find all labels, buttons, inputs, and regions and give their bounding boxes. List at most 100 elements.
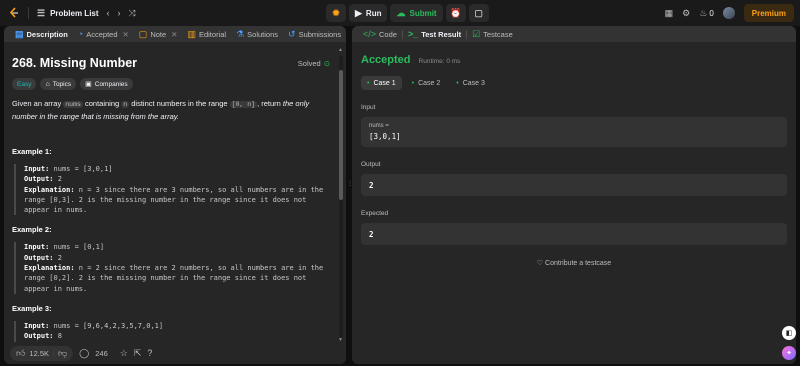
description-scrollbar[interactable] [339, 56, 343, 338]
tab-submissions[interactable]: ↺ Submissions [283, 26, 346, 42]
alarm-icon: ⏰ [449, 7, 462, 18]
inline-code: nums [63, 101, 83, 108]
tag-icon: ⌂ [45, 80, 50, 88]
param-name: nums = [369, 123, 389, 129]
scrollbar-thumb[interactable] [339, 70, 343, 200]
case-tab-1[interactable]: • Case 1 [361, 76, 402, 90]
tab-code[interactable]: </> Code [358, 26, 402, 42]
tab-label: Solutions [247, 29, 279, 39]
help-icon[interactable]: ? [147, 348, 152, 358]
topics-chip[interactable]: ⌂ Topics [40, 78, 77, 90]
close-tab-icon[interactable]: ✕ [123, 30, 129, 39]
case-label: Case 2 [418, 79, 441, 87]
example-output: 2 [53, 253, 62, 262]
note-icon: ▢ [474, 7, 483, 18]
heart-icon: ♡ [536, 260, 544, 267]
panel-resize-handle[interactable]: ⋮ [347, 180, 353, 196]
input-label: Input: [24, 243, 50, 252]
result-tabbar: </> Code >_ Test Result ☑ Testcase [352, 26, 796, 42]
desc-text: distinct numbers in the range [129, 99, 230, 108]
result-status: Accepted [361, 54, 411, 66]
streak-fire-icon[interactable]: ♨ [699, 8, 707, 19]
thumbs-up-icon[interactable]: 👍︎ [16, 348, 25, 359]
solved-label: Solved [297, 58, 321, 68]
building-icon: ▣ [85, 81, 92, 88]
tab-solutions[interactable]: ⚗ Solutions [231, 26, 283, 42]
tab-label: Editorial [198, 29, 227, 39]
run-button[interactable]: ▶ Run [349, 4, 388, 22]
output-label: Output: [24, 332, 54, 341]
next-problem-icon[interactable]: › [118, 8, 121, 18]
example-output: 2 [53, 175, 62, 184]
close-tab-icon[interactable]: ✕ [171, 30, 177, 39]
sparkle-icon: ✦ [786, 350, 792, 357]
test-result-content: Accepted Runtime: 0 ms • Case 1 • Case 2… [361, 42, 787, 267]
input-label: Input: [24, 321, 50, 330]
star-icon[interactable]: ☆ [120, 348, 128, 359]
companies-chip[interactable]: ▣ Companies [80, 78, 133, 90]
thumbs-down-icon[interactable]: 👎︎ [58, 348, 67, 359]
expected-box: 2 [361, 223, 787, 245]
layout-grid-icon[interactable]: ▦ [665, 8, 674, 19]
problem-statement: Given an array nums containing n distinc… [12, 98, 330, 123]
check-circle-icon: ⊙ [323, 58, 330, 68]
output-section-label: Output [361, 161, 381, 168]
comment-count[interactable]: 246 [95, 349, 108, 358]
example-input: nums = [3,0,1] [49, 165, 113, 173]
shuffle-icon[interactable]: ⤨ [129, 8, 136, 19]
example-box: Input: nums = [3,0,1] Output: 2 Explanat… [14, 164, 330, 216]
debug-button[interactable]: ✹ [326, 4, 346, 22]
user-avatar[interactable] [722, 7, 735, 19]
problem-description: 268. Missing Number Solved ⊙ Easy ⌂ Topi… [4, 42, 338, 342]
run-label: Run [365, 8, 382, 18]
problem-list-button[interactable]: ☰ Problem List [37, 8, 99, 19]
document-icon: ▤ [15, 28, 24, 39]
case-tab-2[interactable]: • Case 2 [406, 76, 447, 90]
settings-gear-icon[interactable]: ⚙ [682, 8, 690, 19]
tab-editorial[interactable]: ▥ Editorial [182, 26, 231, 42]
case-tab-3[interactable]: • Case 3 [450, 76, 491, 90]
tab-test-result[interactable]: >_ Test Result [403, 26, 466, 42]
note-icon: ▢ [138, 28, 148, 39]
tab-accepted[interactable]: ◔ Accepted ✕ [73, 26, 134, 42]
notes-button[interactable]: ▢ [468, 4, 489, 22]
code-brackets-icon: </> [363, 29, 377, 39]
checkbox-icon: ☑ [472, 28, 481, 39]
input-section-label: Input [361, 104, 376, 111]
cloud-upload-icon: ☁ [396, 7, 406, 18]
contribute-label: Contribute a testcase [545, 260, 612, 267]
case-label: Case 3 [462, 79, 485, 87]
desc-text: containing [82, 99, 122, 108]
problem-tabbar: ▤ Description ◔ Accepted ✕ ▢ Note ✕ ▥ Ed… [4, 26, 346, 42]
tab-label: Accepted [86, 29, 118, 39]
contribute-testcase-link[interactable]: ♡ Contribute a testcase [361, 259, 787, 267]
example-title: Example 3: [12, 303, 52, 313]
floating-widget-button[interactable]: ◧ [782, 326, 796, 340]
tab-note[interactable]: ▢ Note ✕ [134, 26, 183, 42]
terminal-icon: >_ [407, 29, 419, 39]
submit-button[interactable]: ☁ Submit [390, 4, 443, 22]
premium-button[interactable]: Premium [743, 4, 794, 22]
timer-button[interactable]: ⏰ [445, 4, 466, 22]
problem-title[interactable]: 268. Missing Number [12, 56, 137, 70]
share-icon[interactable]: ⇱ [134, 348, 142, 359]
companies-label: Companies [94, 80, 128, 88]
tab-testcase[interactable]: ☑ Testcase [467, 26, 518, 42]
book-icon: ▥ [187, 28, 196, 39]
prev-problem-icon[interactable]: ‹ [107, 8, 110, 18]
output-label: Output: [24, 253, 54, 262]
assistant-button[interactable]: ✦ [782, 346, 796, 360]
comment-icon[interactable]: ◯ [79, 348, 89, 359]
difficulty-badge: Easy [12, 78, 37, 90]
tab-description[interactable]: ▤ Description [10, 26, 73, 42]
case-tabs: • Case 1 • Case 2 • Case 3 [361, 76, 787, 90]
tab-label: Submissions [298, 29, 342, 39]
leetcode-logo-icon[interactable] [8, 7, 20, 19]
scroll-up-arrow-icon[interactable]: ▲ [338, 47, 343, 53]
example-input: nums = [9,6,4,2,3,5,7,0,1] [49, 321, 164, 330]
explanation-label: Explanation: [24, 185, 75, 194]
pass-dot-icon: • [411, 79, 415, 87]
desc-text: , return [257, 99, 283, 108]
tab-label: Note [150, 29, 167, 39]
pass-dot-icon: • [367, 79, 370, 87]
